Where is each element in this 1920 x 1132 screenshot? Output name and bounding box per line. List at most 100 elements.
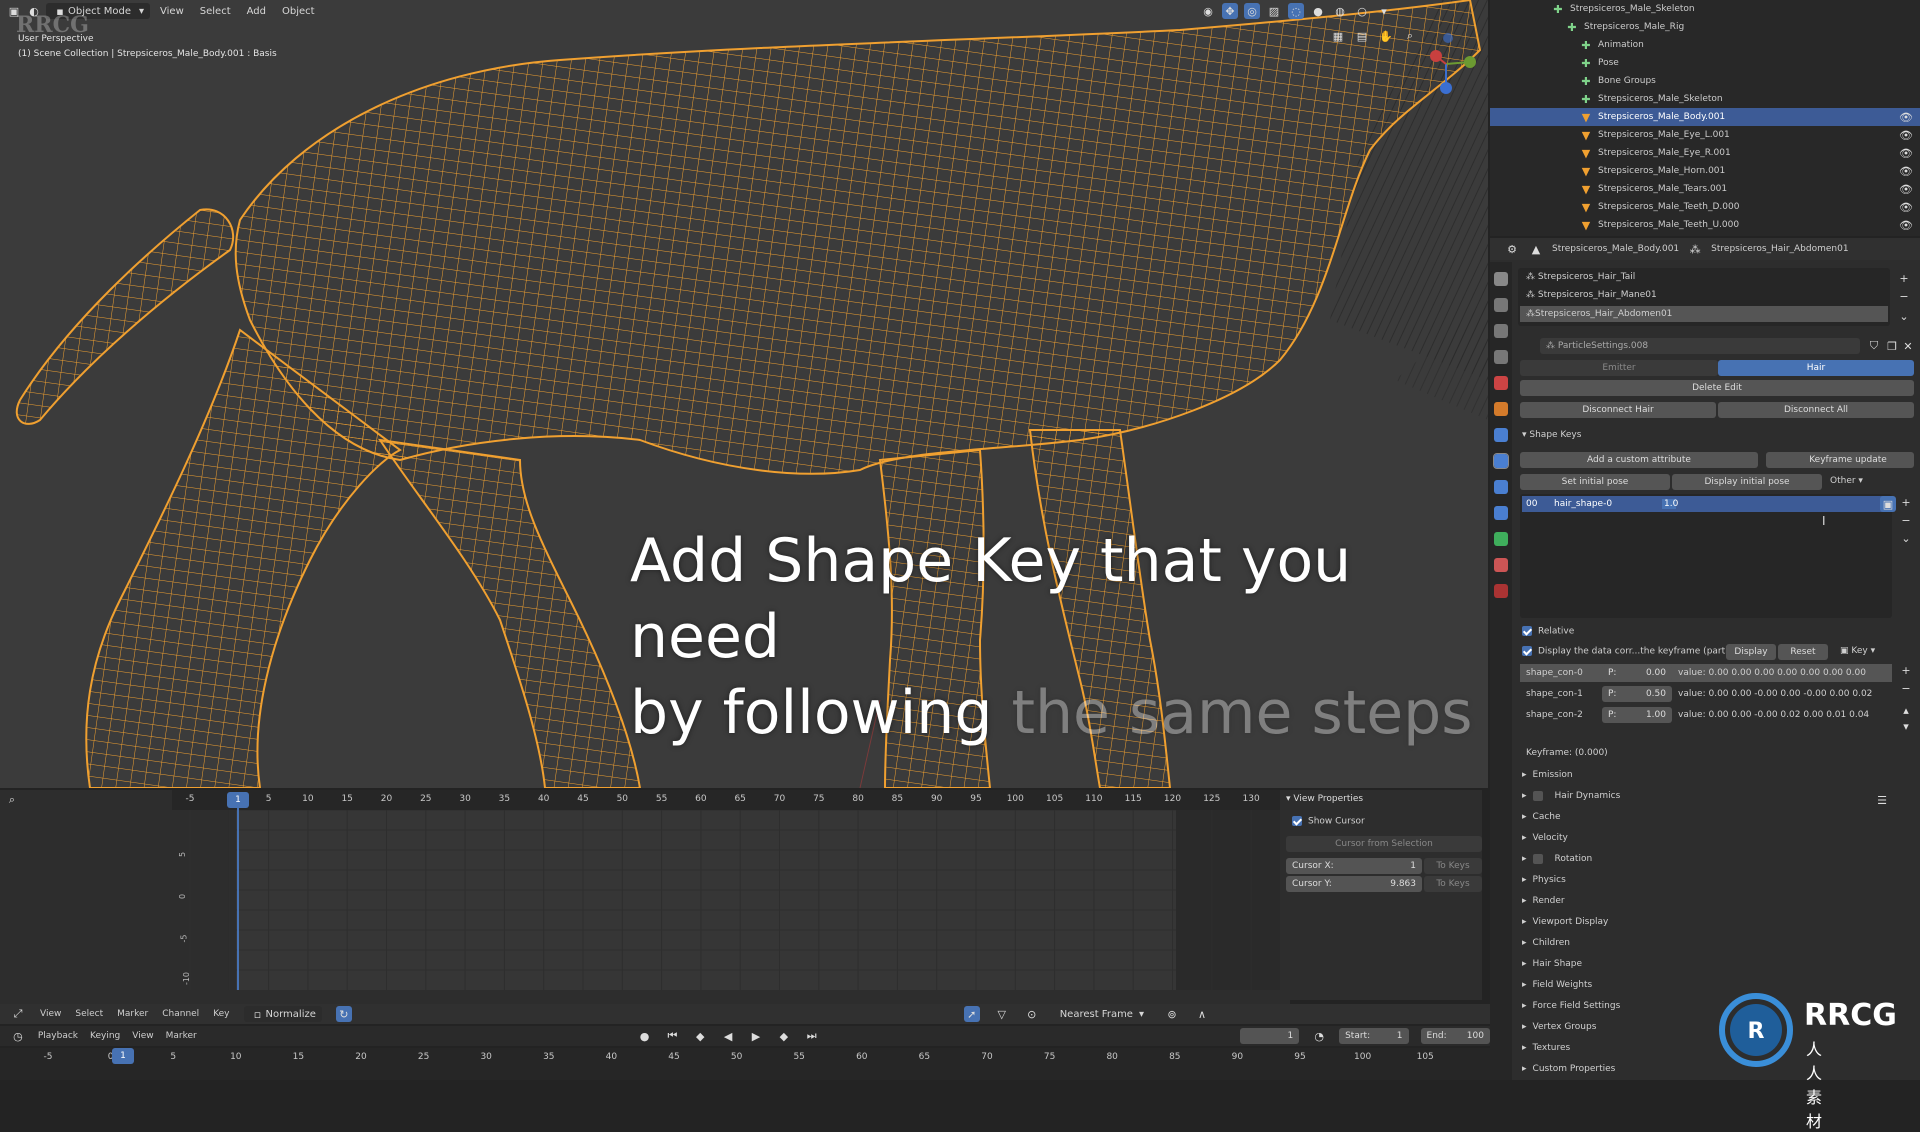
show-cursor-checkbox[interactable]: Show Cursor [1292,816,1365,827]
disconnect-all-button[interactable]: Disconnect All [1718,402,1914,418]
current-frame-field[interactable]: 1 [1239,1028,1300,1044]
menu-object[interactable]: Object [276,3,321,19]
particle-settings-field[interactable]: ⁂ ParticleSettings.008 [1540,338,1860,354]
move-up-icon[interactable]: ▴ [1898,702,1914,718]
visibility-eye-icon[interactable]: 👁 [1898,145,1914,161]
editor-type-icon[interactable]: ⤢ [10,1006,26,1022]
checkbox-icon[interactable] [1532,854,1543,864]
timeline-frame-marker[interactable]: 1 [112,1048,134,1064]
shape-key-toggle-icon[interactable]: ▣ [1880,496,1896,512]
section-velocity[interactable]: ▸ Velocity [1522,833,1568,843]
menu-marker[interactable]: Marker [166,1031,197,1041]
add-icon[interactable]: + [1896,270,1912,286]
end-frame-field[interactable]: End: 100 [1420,1028,1490,1044]
key-dropdown[interactable]: ▣ Key ▾ [1840,646,1875,656]
editor-type-icon[interactable]: ◷ [10,1028,26,1044]
shape-key-row[interactable]: 00 hair_shape-0 1.0 [1522,496,1888,512]
data-tab-icon[interactable] [1494,532,1508,546]
outliner-row[interactable]: ▼ Strepsiceros_Male_Tears.001 👁 [1490,180,1920,198]
chevron-down-icon[interactable]: ⌄ [1896,308,1912,324]
remove-icon[interactable]: − [1898,512,1914,528]
overlay-toggle-icon[interactable]: ◎ [1244,3,1260,19]
section-physics[interactable]: ▸ Physics [1522,875,1566,885]
outliner[interactable]: ✚ Strepsiceros_Male_Skeleton ✚ Strepsiceros… [1490,0,1920,236]
normalize-toggle[interactable]: ▫ Normalize [243,1006,322,1022]
play-icon[interactable]: ▶ [748,1028,764,1044]
object-tab-icon[interactable] [1494,402,1508,416]
keyframe-update-toggle[interactable]: Keyframe update [1766,452,1914,468]
particle-item[interactable]: ⁂ Strepsiceros_Hair_Mane01 [1526,290,1657,300]
breadcrumb-particles[interactable]: Strepsiceros_Hair_Abdomen01 [1711,244,1848,254]
visibility-eye-icon[interactable] [1898,1,1914,17]
menu-view[interactable]: View [132,1031,153,1041]
close-icon[interactable]: ✕ [1900,338,1916,354]
list-icon[interactable]: ☰ [1874,792,1890,808]
frame-ruler[interactable]: -505101520253035404550556065707580859095… [172,790,1280,810]
play-reverse-icon[interactable]: ◀ [720,1028,736,1044]
remove-icon[interactable]: − [1896,288,1912,304]
remove-icon[interactable]: − [1898,680,1914,696]
cursor-from-selection-button[interactable]: Cursor from Selection [1286,836,1482,852]
outliner-row[interactable]: ✚ Strepsiceros_Male_Rig [1490,18,1920,36]
shape-con-p-field[interactable]: P: 0.00 [1602,665,1672,681]
curve-icon[interactable]: ∧ [1194,1006,1210,1022]
material-shading-icon[interactable]: ◍ [1332,3,1348,19]
section-field-weights[interactable]: ▸ Field Weights [1522,980,1592,990]
hand-pan-icon[interactable]: ✋ [1378,28,1394,44]
visibility-eye-icon[interactable]: 👁 [1898,109,1914,125]
render-tab-icon[interactable] [1494,298,1508,312]
outliner-row[interactable]: ✚ Bone Groups [1490,72,1920,90]
particle-item-selected[interactable]: ⁂ Strepsiceros_Hair_Abdomen01 [1520,306,1888,322]
section-custom-properties[interactable]: ▸ Custom Properties [1522,1064,1615,1074]
reset-button[interactable]: Reset [1778,644,1828,660]
properties-editor-icon[interactable]: ⚙ [1504,241,1520,257]
outliner-row[interactable]: ✚ Strepsiceros_Male_Skeleton [1490,0,1920,18]
display-initial-pose-button[interactable]: Display initial pose [1672,474,1822,490]
physics-tab-icon[interactable] [1494,480,1508,494]
shape-con-p-field[interactable]: P: 1.00 [1602,707,1672,723]
pivot-icon[interactable]: ⊙ [1024,1006,1040,1022]
display-data-checkbox[interactable]: Display the data corr...the keyframe (pa… [1522,646,1739,657]
camera-icon[interactable]: ▦ [1330,28,1346,44]
section-textures[interactable]: ▸ Textures [1522,1043,1570,1053]
search-icon[interactable]: ⌕ [4,792,20,808]
shape-con-list[interactable]: shape_con-0 P: 0.00 value: 0.00 0.00 0.00 0… [1520,664,1900,734]
filter-icon[interactable]: ▽ [994,1006,1010,1022]
wireframe-shading-icon[interactable]: ◌ [1288,3,1304,19]
menu-keying[interactable]: Keying [90,1031,120,1041]
outliner-row[interactable]: ✚ Strepsiceros_Male_Skeleton [1490,90,1920,108]
add-custom-attribute-button[interactable]: Add a custom attribute [1520,452,1758,468]
start-frame-field[interactable]: Start: 1 [1339,1028,1409,1044]
copy-icon[interactable]: ❐ [1884,338,1900,354]
add-icon[interactable]: + [1898,662,1914,678]
view-layer-tab-icon[interactable] [1494,350,1508,364]
tool-tab-icon[interactable] [1494,272,1508,286]
particle-item[interactable]: ⁂ Strepsiceros_Hair_Tail [1526,272,1635,282]
texture-tab-icon[interactable] [1494,584,1508,598]
visibility-eye-icon[interactable]: 👁 [1898,181,1914,197]
next-key-icon[interactable]: ◆ [776,1028,792,1044]
other-dropdown[interactable]: Other ▾ [1830,476,1863,486]
visibility-eye-icon[interactable] [1898,73,1914,89]
jump-end-icon[interactable]: ⏭ [804,1028,820,1044]
shape-con-row[interactable]: shape_con-2 P: 1.00 value: 0.00 0.00 -0.00 … [1520,706,1892,724]
section-rotation[interactable]: ▸ Rotation [1522,854,1592,864]
visibility-eye-icon[interactable]: 👁 [1898,199,1914,215]
constraints-tab-icon[interactable] [1494,506,1508,520]
outliner-row[interactable]: ▼ Strepsiceros_Male_Eye_R.001 👁 [1490,144,1920,162]
playhead-line[interactable] [237,808,239,990]
rendered-shading-icon[interactable]: ○ [1354,3,1370,19]
breadcrumb-object[interactable]: Strepsiceros_Male_Body.001 [1552,244,1679,254]
checkbox-icon[interactable] [1532,791,1543,801]
menu-select[interactable]: Select [194,3,237,19]
display-button[interactable]: Display [1726,644,1776,660]
disconnect-hair-button[interactable]: Disconnect Hair [1520,402,1716,418]
proportional-icon[interactable]: ⊚ [1164,1006,1180,1022]
section-viewport-display[interactable]: ▸ Viewport Display [1522,917,1608,927]
emitter-tab[interactable]: Emitter [1520,360,1718,376]
graph-grid[interactable] [172,809,1280,990]
shape-con-row[interactable]: shape_con-1 P: 0.50 value: 0.00 0.00 -0.00 … [1520,685,1892,703]
visibility-eye-icon[interactable]: 👁 [1898,127,1914,143]
section-children[interactable]: ▸ Children [1522,938,1570,948]
shape-con-p-field[interactable]: P: 0.50 [1602,686,1672,702]
